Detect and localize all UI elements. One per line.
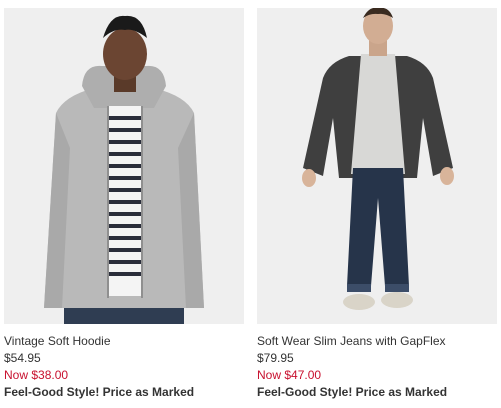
promo-text: Feel-Good Style! Price as Marked [4,385,195,399]
product-name[interactable]: Soft Wear Slim Jeans with GapFlex [257,333,497,350]
product-card-jeans[interactable]: Soft Wear Slim Jeans with GapFlex $79.95… [257,8,497,401]
sale-price: Now $47.00 [257,368,322,382]
sale-price: Now $38.00 [4,368,69,382]
product-image-jeans[interactable] [257,8,497,324]
product-card-hoodie[interactable]: Vintage Soft Hoodie $54.95 Now $38.00 Fe… [4,8,244,401]
hoodie-model-illustration [4,8,244,324]
original-price: $54.95 [4,351,41,365]
product-image-hoodie[interactable] [4,8,244,324]
jeans-model-illustration [257,8,497,324]
original-price: $79.95 [257,351,294,365]
promo-text: Feel-Good Style! Price as Marked [257,385,448,399]
product-name[interactable]: Vintage Soft Hoodie [4,333,244,350]
